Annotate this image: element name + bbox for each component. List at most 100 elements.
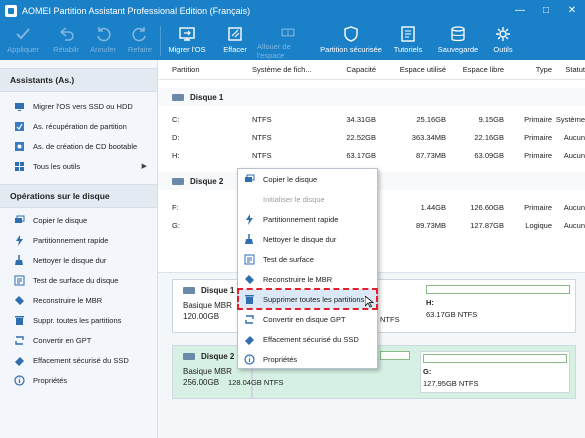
disk1-partition-h[interactable]: H: 63.17GB NTFS (426, 285, 570, 319)
wipe-button[interactable]: Effacer (213, 22, 257, 60)
backup-label: Sauvegarde (437, 45, 479, 54)
menu-item-copy-disk[interactable]: Copier le disque (238, 169, 377, 189)
sidebar-item-bootable-cd[interactable]: As. de création de CD bootable (0, 136, 157, 156)
cell-used: 25.16GB (416, 114, 446, 124)
menu-item-ssd-secure-erase[interactable]: Effacement sécurisé du SSD (238, 329, 377, 349)
minimize-button[interactable]: — (507, 0, 533, 22)
sidebar-item-migrate-os[interactable]: Migrer l'OS vers SSD ou HDD (0, 96, 157, 116)
lightning-icon (244, 213, 255, 225)
column-header-used[interactable]: Espace utilisé (376, 65, 446, 74)
migrate-os-button[interactable]: Migrer l'OS (161, 22, 213, 60)
mbr-icon (244, 274, 255, 285)
undo-arrow-icon (97, 27, 111, 42)
partition-detail: 128.04GB NTFS (228, 378, 284, 387)
sidebar-item-label: Copier le disque (33, 215, 88, 225)
column-header-free[interactable]: Espace libre (446, 65, 504, 74)
menu-item-convert-gpt[interactable]: Convertir en disque GPT (238, 309, 377, 329)
book-icon (401, 26, 415, 42)
menu-item-label: Initialiser le disque (263, 194, 325, 204)
cell-free: 126.60GB (470, 202, 504, 212)
sidebar-item-surface-test[interactable]: Test de surface du disque (0, 270, 157, 290)
title-bar: AOMEI Partition Assistant Professional E… (0, 0, 585, 22)
sidebar-item-convert-gpt[interactable]: Convertir en GPT (0, 330, 157, 350)
cell-used: 89.73MB (415, 220, 446, 230)
disk1-group-header[interactable]: Disque 1 (158, 88, 585, 106)
copy-disk-icon (244, 174, 255, 185)
info-icon (14, 374, 25, 386)
sidebar-item-wipe-disk[interactable]: Nettoyer le disque dur (0, 250, 157, 270)
close-button[interactable]: ✕ (559, 0, 585, 22)
cancel-button[interactable]: Annuler (86, 22, 120, 60)
menu-item-quick-partition[interactable]: Partitionnement rapide (238, 209, 377, 229)
column-header-partition[interactable]: Partition (158, 65, 252, 74)
menu-item-rebuild-mbr[interactable]: Reconstruire le MBR (238, 269, 377, 289)
cell-capacity: 34.31GB (346, 114, 376, 124)
disk2-partition-g[interactable]: G: 127.95GB NTFS (420, 351, 570, 393)
redo-icon (132, 27, 146, 42)
secure-partition-button[interactable]: Partition sécurisée (319, 22, 383, 60)
redo-button[interactable]: Refaire (120, 22, 160, 60)
restore-button[interactable]: Rétablir (46, 22, 86, 60)
sidebar-item-label: Migrer l'OS vers SSD ou HDD (33, 101, 133, 111)
info-icon (244, 353, 255, 365)
migrate-os-icon (179, 27, 195, 41)
apply-label: Appliquer (7, 45, 39, 54)
cell-capacity: 22.52GB (346, 132, 376, 142)
sidebar-item-label: Convertir en GPT (33, 335, 92, 345)
table-row[interactable]: C: NTFS 34.31GB 25.16GB 9.15GB Primaire … (158, 110, 585, 128)
tutorials-button[interactable]: Tutoriels (383, 22, 433, 60)
sidebar-item-partition-recovery[interactable]: As. récupération de partition (0, 116, 157, 136)
cell-partition: C: (172, 114, 180, 124)
recovery-icon (14, 121, 25, 132)
partition-detail: 127.95GB NTFS (423, 379, 479, 388)
sidebar-item-copy-disk[interactable]: Copier le disque (0, 210, 157, 230)
tools-icon (496, 27, 510, 41)
sidebar-item-ssd-secure-erase[interactable]: Effacement sécurisé du SSD (0, 350, 157, 370)
cell-capacity: 63.17GB (346, 150, 376, 160)
disk-icon (172, 93, 184, 101)
column-header-status[interactable]: Statut (552, 65, 585, 74)
secure-partition-label: Partition sécurisée (320, 45, 382, 54)
column-header-filesystem[interactable]: Système de fich... (252, 65, 324, 74)
allocate-space-button[interactable]: Allouer de l'espace (257, 22, 319, 60)
maximize-button[interactable]: □ (533, 0, 559, 22)
eraser-icon (14, 355, 25, 366)
sidebar-item-properties[interactable]: Propriétés (0, 370, 157, 390)
cell-type: Primaire (524, 202, 552, 212)
sidebar-item-rebuild-mbr[interactable]: Reconstruire le MBR (0, 290, 157, 310)
table-row[interactable]: H: NTFS 63.17GB 87.73MB 63.09GB Primaire… (158, 146, 585, 164)
tools-button[interactable]: Outils (483, 22, 523, 60)
menu-item-delete-all-partitions[interactable]: Supprimer toutes les partitions (237, 288, 378, 310)
menu-item-initialize-disk[interactable]: Initialiser le disque (238, 189, 377, 209)
mouse-cursor-icon (365, 296, 374, 308)
cell-partition: D: (172, 132, 180, 142)
partition-detail: 63.17GB NTFS (426, 310, 478, 319)
sidebar-item-quick-partition[interactable]: Partitionnement rapide (0, 230, 157, 250)
shield-icon (344, 26, 358, 42)
backup-button[interactable]: Sauvegarde (433, 22, 483, 60)
disk1-partition-d[interactable]: NTFS (380, 285, 422, 324)
cell-partition: H: (172, 150, 180, 160)
menu-item-wipe-disk[interactable]: Nettoyer le disque dur (238, 229, 377, 249)
trash-icon (244, 294, 255, 305)
menu-item-surface-test[interactable]: Test de surface (238, 249, 377, 269)
cell-filesystem: NTFS (252, 132, 272, 142)
apply-button[interactable]: Appliquer (0, 22, 46, 60)
table-row[interactable]: D: NTFS 22.52GB 363.34MB 22.16GB Primair… (158, 128, 585, 146)
cell-status: Aucun (563, 150, 585, 160)
sidebar-item-delete-all-partitions[interactable]: Suppr. toutes les partitions (0, 310, 157, 330)
app-logo-icon (5, 5, 17, 17)
cell-type: Primaire (524, 150, 552, 160)
lightning-icon (14, 234, 25, 246)
sidebar-item-label: As. de création de CD bootable (33, 141, 138, 151)
column-header-type[interactable]: Type (504, 65, 552, 74)
disk-icon (183, 287, 195, 294)
sidebar: Assistants (As.) Migrer l'OS vers SSD ou… (0, 60, 158, 438)
menu-item-properties[interactable]: Propriétés (238, 349, 377, 369)
sidebar-item-label: Partitionnement rapide (33, 235, 109, 245)
sidebar-item-all-tools[interactable]: Tous les outils ▶ (0, 156, 157, 176)
menu-item-label: Convertir en disque GPT (263, 314, 346, 324)
convert-icon (244, 314, 255, 325)
column-header-capacity[interactable]: Capacité (324, 65, 376, 74)
usage-bar (426, 285, 570, 294)
